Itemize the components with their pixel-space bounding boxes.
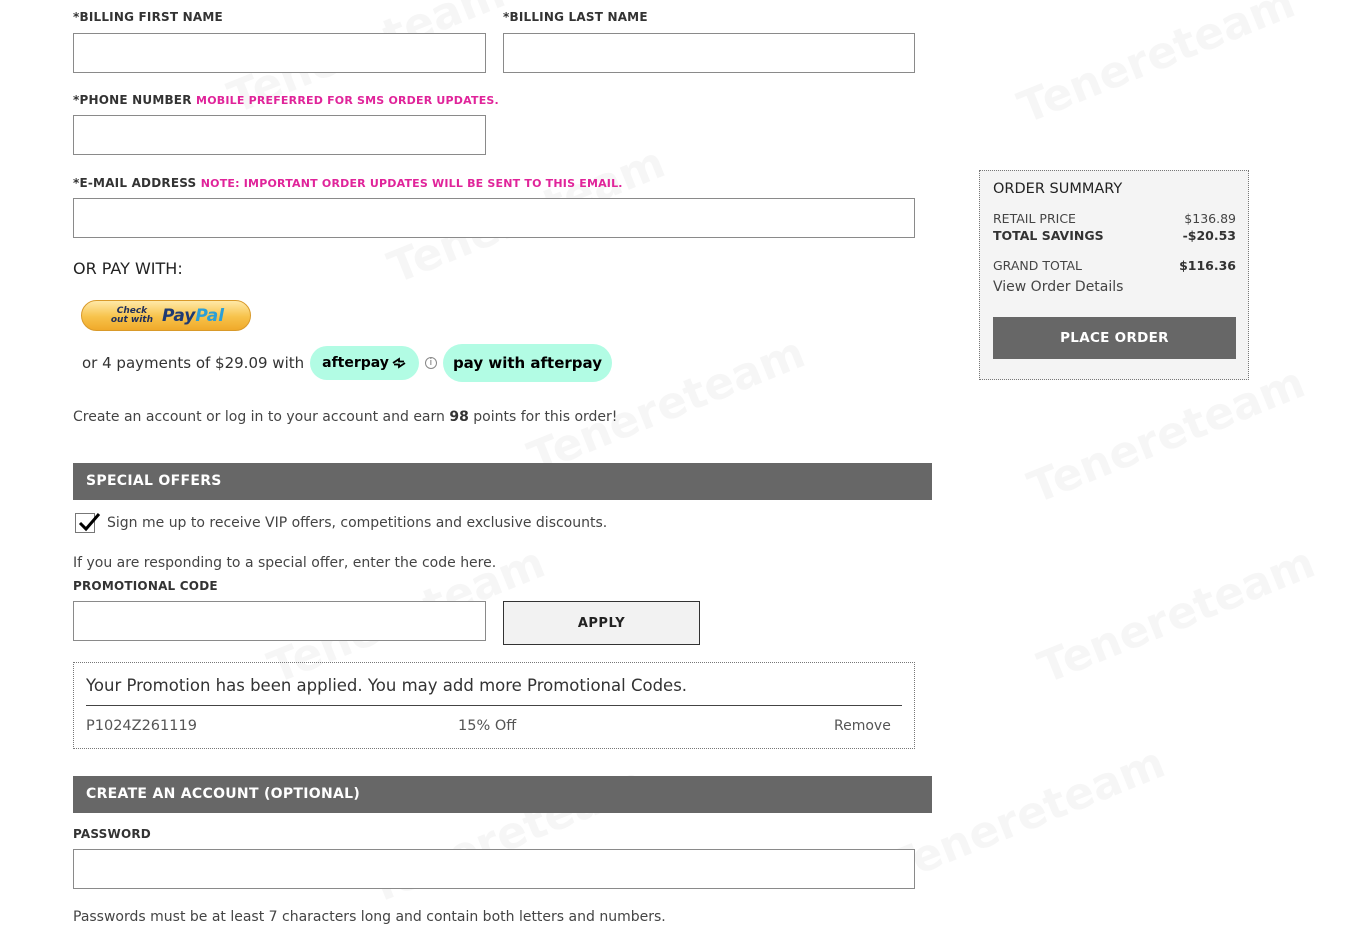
billing-last-name-label: *BILLING LAST NAME xyxy=(503,10,648,24)
afterpay-logo: afterpay xyxy=(310,346,419,380)
paypal-checkout-text: Check out with xyxy=(110,305,154,325)
billing-first-name-label: *BILLING FIRST NAME xyxy=(73,10,223,24)
grand-total-row: GRAND TOTAL $116.36 xyxy=(993,258,1236,273)
total-savings-row: TOTAL SAVINGS -$20.53 xyxy=(993,228,1236,243)
grand-total-label: GRAND TOTAL xyxy=(993,258,1083,273)
remove-promo-link[interactable]: Remove xyxy=(834,718,891,734)
paypal-checkout-button[interactable]: Check out with PayPal xyxy=(81,300,251,331)
retail-price-label: RETAIL PRICE xyxy=(993,211,1076,226)
email-label-text: *E-MAIL ADDRESS xyxy=(73,176,197,190)
applied-promo-code: P1024Z261119 xyxy=(86,718,197,734)
promo-code-label: PROMOTIONAL CODE xyxy=(73,579,218,593)
vip-signup: Sign me up to receive VIP offers, compet… xyxy=(75,513,607,533)
email-input[interactable] xyxy=(73,198,915,238)
total-savings-label: TOTAL SAVINGS xyxy=(993,228,1104,243)
grand-total-value: $116.36 xyxy=(1179,258,1236,273)
apply-promo-button[interactable]: APPLY xyxy=(503,601,700,645)
paypal-logo: PayPal xyxy=(162,306,224,326)
afterpay-arrows-icon xyxy=(392,357,406,369)
password-hint: Passwords must be at least 7 characters … xyxy=(73,909,666,925)
retail-price-row: RETAIL PRICE $136.89 xyxy=(993,211,1236,226)
total-savings-value: -$20.53 xyxy=(1182,228,1236,243)
applied-promo-discount: 15% Off xyxy=(458,718,517,734)
points-value: 98 xyxy=(449,409,469,425)
watermark: Tenereteam xyxy=(881,737,1172,894)
password-input[interactable] xyxy=(73,849,915,889)
place-order-button[interactable]: PLACE ORDER xyxy=(993,317,1236,359)
special-offers-header: SPECIAL OFFERS xyxy=(73,463,932,500)
or-pay-with-heading: OR PAY WITH: xyxy=(73,259,183,278)
vip-label: Sign me up to receive VIP offers, compet… xyxy=(107,515,608,531)
pay-with-afterpay-button[interactable]: pay with afterpay xyxy=(442,344,612,382)
afterpay-line: or 4 payments of $29.09 with afterpay i … xyxy=(82,344,612,382)
watermark: Tenereteam xyxy=(1011,0,1302,134)
promo-code-input[interactable] xyxy=(73,601,486,641)
create-account-header: CREATE AN ACCOUNT (OPTIONAL) xyxy=(73,776,932,813)
order-summary-panel: ORDER SUMMARY RETAIL PRICE $136.89 TOTAL… xyxy=(979,170,1249,380)
points-message: Create an account or log in to your acco… xyxy=(73,409,617,425)
paypal-brand-1: Pay xyxy=(161,305,196,326)
divider xyxy=(86,705,902,706)
points-text-after: points for this order! xyxy=(468,409,618,425)
checkmark-icon xyxy=(78,513,101,532)
phone-input[interactable] xyxy=(73,115,486,155)
billing-last-name-input[interactable] xyxy=(503,33,915,73)
watermark: Tenereteam xyxy=(1031,537,1322,694)
special-offer-instructions: If you are responding to a special offer… xyxy=(73,555,497,571)
phone-label: *PHONE NUMBER MOBILE PREFERRED FOR SMS O… xyxy=(73,93,499,107)
afterpay-installment-text: or 4 payments of $29.09 with xyxy=(82,354,305,372)
paypal-brand-2: Pal xyxy=(195,305,225,326)
email-hint: NOTE: IMPORTANT ORDER UPDATES WILL BE SE… xyxy=(200,177,623,190)
points-text-before: Create an account or log in to your acco… xyxy=(73,409,450,425)
order-summary-title: ORDER SUMMARY xyxy=(993,181,1123,197)
watermark: Tenereteam xyxy=(1021,357,1312,514)
promotion-applied-message: Your Promotion has been applied. You may… xyxy=(86,676,688,695)
password-label: PASSWORD xyxy=(73,827,151,841)
phone-label-text: *PHONE NUMBER xyxy=(73,93,192,107)
vip-checkbox[interactable] xyxy=(75,513,101,533)
view-order-details-link[interactable]: View Order Details xyxy=(993,279,1123,295)
afterpay-logo-text: afterpay xyxy=(322,355,389,371)
phone-hint: MOBILE PREFERRED FOR SMS ORDER UPDATES. xyxy=(196,94,499,107)
retail-price-value: $136.89 xyxy=(1184,211,1236,226)
promotion-applied-box: Your Promotion has been applied. You may… xyxy=(73,662,915,749)
billing-first-name-input[interactable] xyxy=(73,33,486,73)
email-label: *E-MAIL ADDRESS NOTE: IMPORTANT ORDER UP… xyxy=(73,176,623,190)
afterpay-info-icon[interactable]: i xyxy=(424,357,437,369)
